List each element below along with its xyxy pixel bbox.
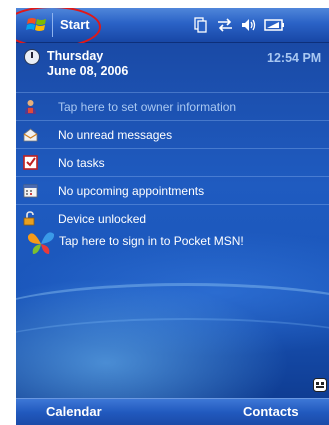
title-bar: Start [16,8,329,48]
calendar-icon [23,184,38,198]
today-item-tasks[interactable]: No tasks [16,148,329,176]
owner-info-icon [25,100,36,114]
today-items: Tap here to set owner information No unr… [16,92,329,232]
item-label: No unread messages [58,128,173,142]
menu-bar: Calendar Contacts [16,398,329,425]
contacts-softkey[interactable]: Contacts [243,404,299,419]
messages-icon [23,128,38,142]
item-label: No upcoming appointments [58,184,205,198]
date-row[interactable]: Thursday June 08, 2006 12:54 PM [16,43,329,87]
today-item-appointments[interactable]: No upcoming appointments [16,176,329,204]
calendar-softkey[interactable]: Calendar [46,404,102,419]
clock-time: 12:54 PM [267,51,322,65]
lock-icon [23,211,35,226]
battery-icon[interactable] [264,17,286,38]
msn-label: Tap here to sign in to Pocket MSN! [59,234,244,248]
tasks-icon [23,155,38,170]
volume-icon[interactable] [240,17,258,38]
clock-icon [24,49,40,65]
pocket-pc-screen: Start Thursday June 08, 2006 12:54 PM Ta… [16,8,329,425]
full-date: June 08, 2006 [47,64,129,78]
sync-icon[interactable] [194,17,207,38]
msn-butterfly-icon [27,232,55,254]
item-label: No tasks [58,156,105,170]
pocket-msn-row[interactable]: Tap here to sign in to Pocket MSN! [16,226,329,256]
keyboard-input-icon[interactable] [313,378,327,392]
today-item-owner[interactable]: Tap here to set owner information [16,92,329,120]
item-label: Tap here to set owner information [58,100,237,114]
weekday: Thursday [47,49,104,63]
today-item-messages[interactable]: No unread messages [16,120,329,148]
connectivity-icon[interactable] [216,17,234,38]
item-label: Device unlocked [58,212,147,226]
start-highlight-circle [16,8,101,48]
background-swoosh [16,318,329,400]
today-screen: Thursday June 08, 2006 12:54 PM Tap here… [16,43,329,398]
